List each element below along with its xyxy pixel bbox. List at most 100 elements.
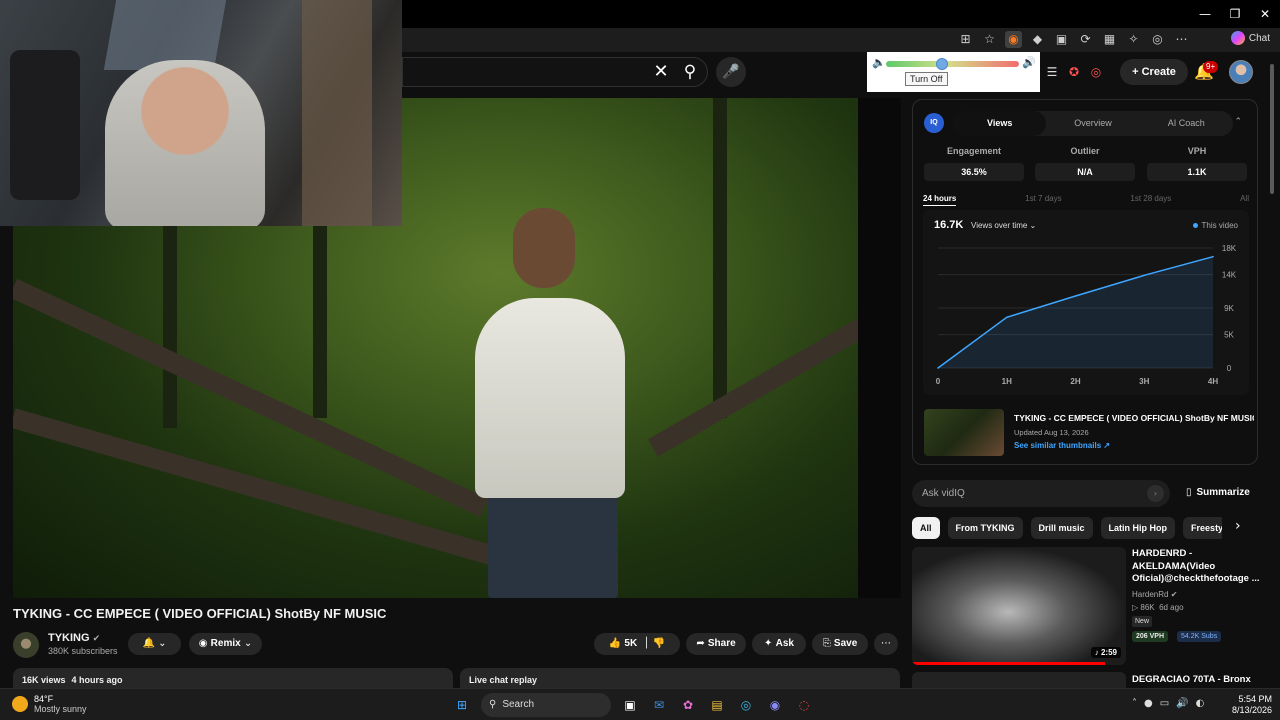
series-point <box>1074 295 1077 297</box>
create-button[interactable]: + Create <box>1120 59 1188 85</box>
volume-mute-icon[interactable]: 🔈 <box>872 56 886 69</box>
summarize-icon: ▯ <box>1186 487 1192 498</box>
microphone-tray-icon[interactable]: ● <box>1144 698 1153 709</box>
network-icon[interactable]: ◐ <box>1196 698 1205 709</box>
range-all[interactable]: All <box>1240 194 1249 206</box>
task-view-icon[interactable]: ▣ <box>620 695 640 715</box>
ask-button[interactable]: ✦ Ask <box>752 633 806 655</box>
volume-max-icon[interactable]: 🔊 <box>1022 56 1036 69</box>
chip-all[interactable]: All <box>912 517 940 539</box>
tab-overview[interactable]: Overview <box>1046 111 1139 136</box>
taskbar-search[interactable]: ⚲ Search <box>481 693 611 717</box>
volume-slider-thumb[interactable] <box>935 58 948 70</box>
dislike-icon[interactable]: 👎 <box>653 638 665 649</box>
summarize-button[interactable]: ▯ Summarize <box>1186 487 1250 498</box>
taskbar-clock[interactable]: 5:54 PM 8/13/2026 <box>1228 694 1272 716</box>
restore-icon[interactable]: ❐ <box>1220 0 1250 28</box>
views-chart: 16.7K Views over time ⌄ This video 0 5K 9K… <box>923 210 1249 395</box>
live-chat-replay-header[interactable]: Live chat replay <box>460 668 900 688</box>
extension-icon[interactable]: ▣ <box>1053 31 1070 48</box>
discord-icon[interactable]: ◉ <box>765 695 785 715</box>
page-scrollbar[interactable] <box>1268 56 1276 688</box>
copilot-app-icon[interactable]: ✿ <box>678 695 698 715</box>
collections-icon[interactable]: ▦ <box>1101 31 1118 48</box>
tab-views[interactable]: Views <box>953 111 1047 136</box>
ask-vidiq-input[interactable]: Ask vidIQ <box>912 480 1170 507</box>
channel-avatar[interactable] <box>13 632 39 658</box>
recommendation-thumbnail[interactable] <box>912 672 1126 688</box>
video-title: TYKING - CC EMPECE ( VIDEO OFFICIAL) Sho… <box>13 606 387 621</box>
channel-name-row[interactable]: TYKING ✔ <box>48 632 100 644</box>
app-icon[interactable]: ◌ <box>794 695 814 715</box>
edge-browser-icon[interactable]: ◎ <box>736 695 756 715</box>
like-dislike-group[interactable]: 👍 5K │ 👎 <box>594 633 680 655</box>
outlook-icon[interactable]: ✉ <box>649 695 669 715</box>
copilot-label: Chat <box>1248 32 1270 44</box>
recommendation-channel[interactable]: HardenRd ✔ <box>1132 590 1177 599</box>
video-subject <box>475 298 625 498</box>
recommendation-age: 6d ago <box>1159 603 1184 612</box>
tab-ai-coach[interactable]: AI Coach <box>1140 111 1233 136</box>
x-tick-label: 2H <box>1070 377 1080 386</box>
like-icon[interactable]: 👍 <box>609 638 621 649</box>
similar-thumbnails-link[interactable]: See similar thumbnails ↗ <box>1014 441 1110 450</box>
recommendation-views: 86K <box>1140 603 1155 612</box>
scrollbar-thumb[interactable] <box>1270 64 1274 194</box>
chip-freestyle[interactable]: Freestyle R <box>1183 517 1222 539</box>
description-box[interactable]: 16K views 4 hours ago <box>13 668 453 688</box>
file-explorer-icon[interactable]: ▤ <box>707 695 727 715</box>
chip-drill-music[interactable]: Drill music <box>1030 517 1093 539</box>
vidiq-video-thumbnail[interactable] <box>924 409 1004 456</box>
chips-next-chevron-icon[interactable]: › <box>1235 518 1241 534</box>
apps-icon[interactable]: ⊞ <box>957 31 974 48</box>
display-icon[interactable]: ▭ <box>1160 698 1169 709</box>
more-actions-icon[interactable]: ⋯ <box>874 633 898 655</box>
microphone-icon[interactable]: 🎤 <box>716 57 746 87</box>
range-first-7-days[interactable]: 1st 7 days <box>1025 194 1061 206</box>
clear-search-icon[interactable]: ✕ <box>651 61 671 83</box>
extension-icon[interactable]: ◆ <box>1029 31 1046 48</box>
account-avatar[interactable] <box>1229 60 1253 84</box>
x-tick-label: 3H <box>1139 377 1149 386</box>
range-first-28-days[interactable]: 1st 28 days <box>1130 194 1171 206</box>
recommendation-thumbnail[interactable]: ♪ 2:59 <box>912 547 1126 665</box>
y-tick-label: 9K <box>1224 304 1234 313</box>
chip-from-tyking[interactable]: From TYKING <box>947 517 1023 539</box>
list-icon[interactable]: ☰ <box>1044 64 1060 80</box>
share-button[interactable]: ➦ Share <box>686 633 746 655</box>
save-button[interactable]: ⎘ Save <box>812 633 868 655</box>
ask-submit-icon[interactable]: › <box>1147 485 1164 502</box>
recommendation-title[interactable]: HARDENRD - AKELDAMA(Video Oficial)@check… <box>1132 548 1260 586</box>
windows-start-icon[interactable]: ⊞ <box>452 695 472 715</box>
weather-widget[interactable]: 84°F Mostly sunny <box>12 694 87 714</box>
chip-latin-hip-hop[interactable]: Latin Hip Hop <box>1100 517 1176 539</box>
more-menu-icon[interactable]: ⋯ <box>1173 31 1190 48</box>
show-hidden-icons-chevron-icon[interactable]: ˄ <box>1132 698 1137 709</box>
webcam-background-door <box>302 0 372 226</box>
subs-badge: 54.2K Subs <box>1177 631 1222 642</box>
minimize-icon[interactable]: — <box>1190 0 1220 28</box>
refresh-extension-icon[interactable]: ⟳ <box>1077 31 1094 48</box>
range-24-hours[interactable]: 24 hours <box>923 194 957 206</box>
copilot-chat-button[interactable]: Chat <box>1230 31 1270 45</box>
close-window-icon[interactable]: ✕ <box>1250 0 1280 28</box>
search-icon[interactable]: ⚲ <box>674 57 706 87</box>
rocket-icon[interactable]: ✪ <box>1066 64 1082 80</box>
time-range-tabs: 24 hours 1st 7 days 1st 28 days All <box>923 194 1249 206</box>
duration-badge: ♪ 2:59 <box>1090 647 1121 658</box>
favorite-star-icon[interactable]: ☆ <box>981 31 998 48</box>
channel-name[interactable]: TYKING <box>48 632 90 644</box>
volume-extension-icon[interactable]: ◉ <box>1005 31 1022 48</box>
volume-tray-icon[interactable]: 🔊 <box>1176 698 1188 709</box>
clock-date: 8/13/2026 <box>1231 705 1272 715</box>
subscribed-bell-button[interactable]: 🔔 ⌄ <box>128 633 181 655</box>
profile-icon[interactable]: ◎ <box>1149 31 1166 48</box>
remix-button[interactable]: ◉ Remix ⌄ <box>189 633 262 655</box>
recommendation-title[interactable]: DEGRACIAO 70TA - Bronx <box>1132 674 1251 685</box>
y-tick-label: 14K <box>1222 271 1237 280</box>
target-icon[interactable]: ◎ <box>1088 64 1104 80</box>
favorites-icon[interactable]: ✧ <box>1125 31 1142 48</box>
volume-slider[interactable] <box>886 58 1019 70</box>
collapse-chevron-icon[interactable]: ⌃ <box>1234 117 1242 127</box>
y-tick-label: 18K <box>1222 244 1237 253</box>
